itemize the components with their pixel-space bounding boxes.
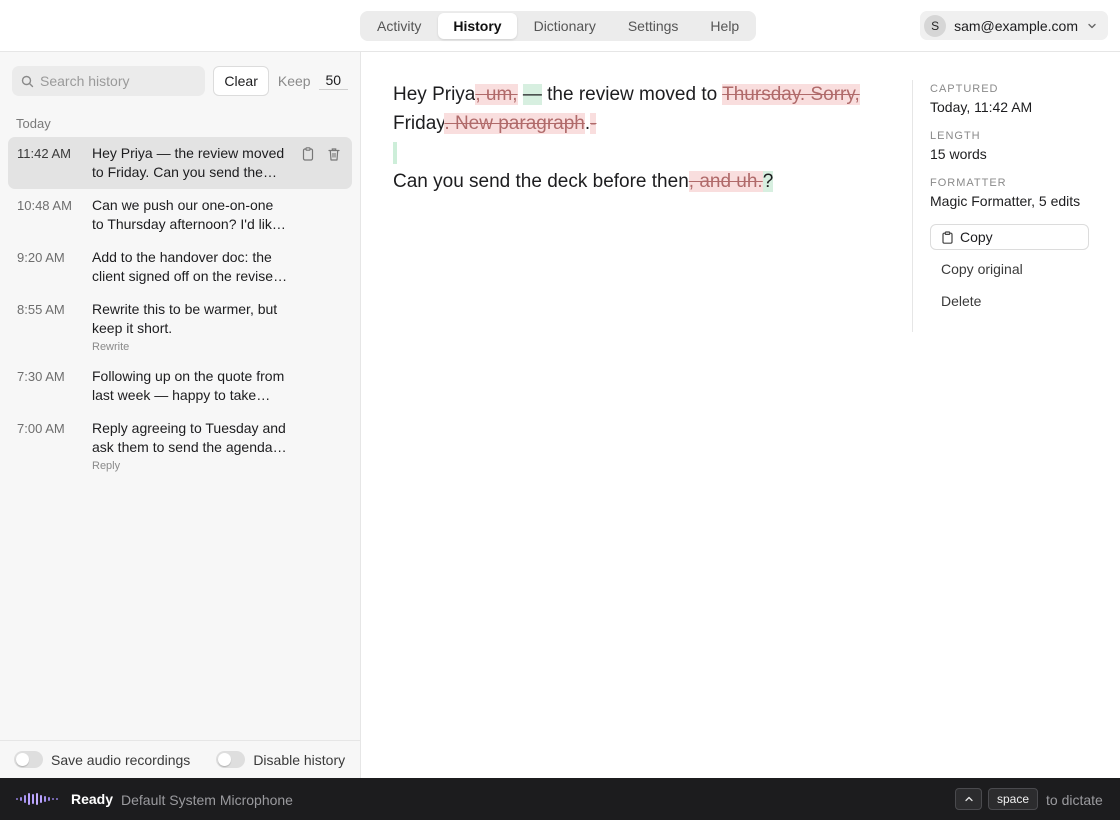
search-input[interactable] — [40, 73, 200, 89]
item-text: Can we push our one-on-one to Thursday a… — [92, 197, 280, 232]
formatter-label: FORMATTER — [930, 177, 1007, 189]
keep-label: Keep — [277, 73, 311, 89]
inserted-text: ? — [762, 171, 774, 192]
toggle-switch[interactable] — [216, 751, 246, 768]
toggle-switch[interactable] — [14, 751, 43, 768]
inserted-paragraph-marker — [393, 141, 397, 164]
tab-activity[interactable]: Activity — [362, 13, 436, 39]
toggle-label: Disable history — [253, 751, 346, 768]
tab-dictionary[interactable]: Dictionary — [519, 13, 611, 39]
transcript-diff: Hey Priya, um, — the review moved to Thu… — [393, 80, 893, 196]
avatar: S — [924, 14, 947, 37]
captured-value: Today, 11:42 AM — [930, 99, 1033, 115]
history-list: 11:42 AM Hey Priya — the review moved to… — [8, 137, 352, 479]
deleted-text: - — [590, 113, 597, 134]
status-bar: Ready Default System Microphone space to… — [0, 778, 1120, 820]
copy-label: Copy — [960, 229, 993, 245]
item-actions — [300, 146, 342, 162]
item-tag: Rewrite — [92, 341, 130, 353]
paragraph-break — [393, 138, 893, 167]
search-box[interactable] — [12, 66, 206, 96]
item-time: 7:30 AM — [17, 369, 65, 384]
sidebar-footer: Save audio recordings Disable history — [0, 740, 360, 778]
item-text: Hey Priya — the review moved to Friday. … — [92, 145, 285, 180]
account-menu[interactable]: S sam@example.com — [920, 11, 1108, 40]
search-row: Clear Keep 50 — [12, 66, 348, 96]
nav-tabs: Activity History Dictionary Settings Hel… — [360, 11, 757, 41]
account-email: sam@example.com — [954, 17, 1078, 34]
inserted-text: — — [522, 84, 542, 105]
clipboard-icon[interactable] — [300, 146, 316, 162]
item-time: 7:00 AM — [17, 421, 65, 436]
text-segment: Can you send the deck before then — [393, 171, 689, 192]
deleted-text: , um, — [475, 84, 518, 105]
item-text: Add to the handover doc: the client sign… — [92, 249, 281, 284]
tab-history[interactable]: History — [438, 13, 517, 39]
search-icon — [21, 75, 34, 87]
trash-icon[interactable] — [326, 146, 342, 162]
history-item[interactable]: 7:30 AM Following up on the quote from l… — [8, 360, 352, 412]
chevron-down-icon — [1088, 23, 1096, 28]
text-segment: Friday — [393, 113, 445, 134]
disable-history-toggle[interactable]: Disable history — [216, 751, 345, 768]
history-sidebar: Clear Keep 50 Today 11:42 AM Hey Priya —… — [0, 52, 361, 778]
keep-count-input[interactable]: 50 — [318, 72, 348, 90]
clear-button[interactable]: Clear — [213, 66, 269, 96]
text-segment: Hey Priya — [393, 84, 476, 105]
text-segment: the review moved to — [547, 84, 718, 105]
microphone-name[interactable]: Default System Microphone — [121, 792, 293, 808]
copy-button[interactable]: Copy — [930, 224, 1089, 250]
history-item[interactable]: 11:42 AM Hey Priya — the review moved to… — [8, 137, 352, 189]
top-bar: Activity History Dictionary Settings Hel… — [0, 0, 1120, 52]
deleted-text: , and uh. — [688, 171, 763, 192]
chevron-up-icon — [964, 796, 973, 802]
item-time: 11:42 AM — [17, 146, 71, 161]
item-time: 8:55 AM — [17, 302, 65, 317]
item-time: 10:48 AM — [17, 198, 72, 213]
deleted-text: . New paragraph — [444, 113, 585, 134]
section-label-today: Today — [16, 116, 51, 131]
history-item[interactable]: 10:48 AM Can we push our one-on-one to T… — [8, 189, 352, 241]
copy-original-button[interactable]: Copy original — [930, 261, 1102, 282]
save-audio-toggle[interactable]: Save audio recordings — [14, 751, 190, 768]
tab-settings[interactable]: Settings — [613, 13, 694, 39]
dictate-hint: to dictate — [1046, 792, 1103, 808]
details-panel: CAPTURED Today, 11:42 AM LENGTH 15 words… — [912, 80, 1102, 332]
length-label: LENGTH — [930, 130, 981, 142]
history-item[interactable]: 7:00 AM Reply agreeing to Tuesday and as… — [8, 412, 352, 479]
captured-label: CAPTURED — [930, 83, 999, 95]
item-text: Reply agreeing to Tuesday and ask them t… — [92, 420, 286, 455]
delete-button[interactable]: Delete — [930, 293, 1102, 314]
shortcut-key-space: space — [988, 788, 1039, 810]
deleted-text: Thursday. Sorry, — [722, 84, 860, 105]
transcript-paragraph: Can you send the deck before then, and u… — [393, 167, 893, 196]
item-time: 9:20 AM — [17, 250, 65, 265]
status-ready: Ready — [71, 791, 114, 807]
transcript-paragraph: Hey Priya, um, — the review moved to Thu… — [393, 80, 893, 138]
waveform-icon — [16, 793, 58, 805]
clipboard-icon — [942, 230, 953, 244]
formatter-value: Magic Formatter, 5 edits — [930, 193, 1081, 209]
history-item[interactable]: 9:20 AM Add to the handover doc: the cli… — [8, 241, 352, 293]
item-text: Following up on the quote from last week… — [92, 368, 285, 403]
item-tag: Reply — [92, 460, 121, 472]
toggle-label: Save audio recordings — [51, 751, 191, 768]
length-value: 15 words — [930, 146, 987, 162]
item-text: Rewrite this to be warmer, but keep it s… — [92, 301, 278, 336]
shortcut-key-up[interactable] — [955, 788, 982, 810]
tab-help[interactable]: Help — [695, 13, 754, 39]
history-item[interactable]: 8:55 AM Rewrite this to be warmer, but k… — [8, 293, 352, 360]
